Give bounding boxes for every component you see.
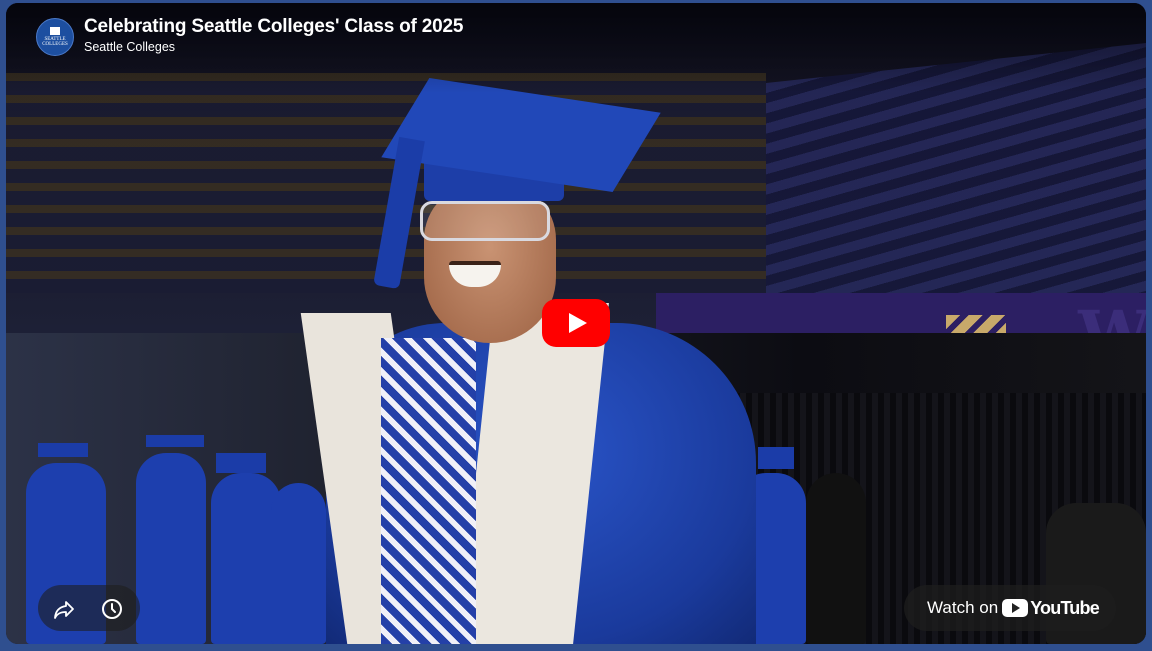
watch-on-youtube-button[interactable]: Watch on YouTube: [904, 585, 1116, 631]
channel-name[interactable]: Seattle Colleges: [84, 40, 175, 54]
glasses: [420, 201, 550, 241]
play-icon: [569, 313, 587, 333]
graduate-cap: [38, 443, 88, 457]
college-logo-icon: [50, 27, 60, 35]
graduate-cap: [146, 435, 204, 447]
watch-on-label: Watch on: [927, 598, 999, 617]
channel-avatar[interactable]: SEATTLE COLLEGES: [36, 18, 74, 56]
graduate-cap: [758, 447, 794, 469]
graduate-figure: [271, 483, 326, 644]
youtube-wordmark: YouTube: [1030, 597, 1100, 618]
clock-icon: [102, 599, 122, 619]
youtube-logo: YouTube: [1002, 597, 1100, 619]
graduate-figure: [136, 453, 206, 644]
watch-later-button[interactable]: [98, 595, 126, 623]
graduate-cap: [216, 453, 266, 473]
video-header: SEATTLE COLLEGES Celebrating Seattle Col…: [6, 3, 1146, 93]
avatar-text: SEATTLE COLLEGES: [42, 37, 68, 47]
faculty-figure: [806, 473, 866, 644]
share-icon: [54, 601, 74, 619]
graduate-lei: [381, 338, 476, 644]
video-title[interactable]: Celebrating Seattle Colleges' Class of 2…: [84, 16, 463, 38]
share-button[interactable]: [50, 595, 78, 623]
play-button[interactable]: [542, 299, 610, 347]
youtube-icon: [1002, 599, 1029, 617]
video-player[interactable]: W SEATTLE COLLEGES Celebrating Seattle C…: [6, 3, 1146, 644]
